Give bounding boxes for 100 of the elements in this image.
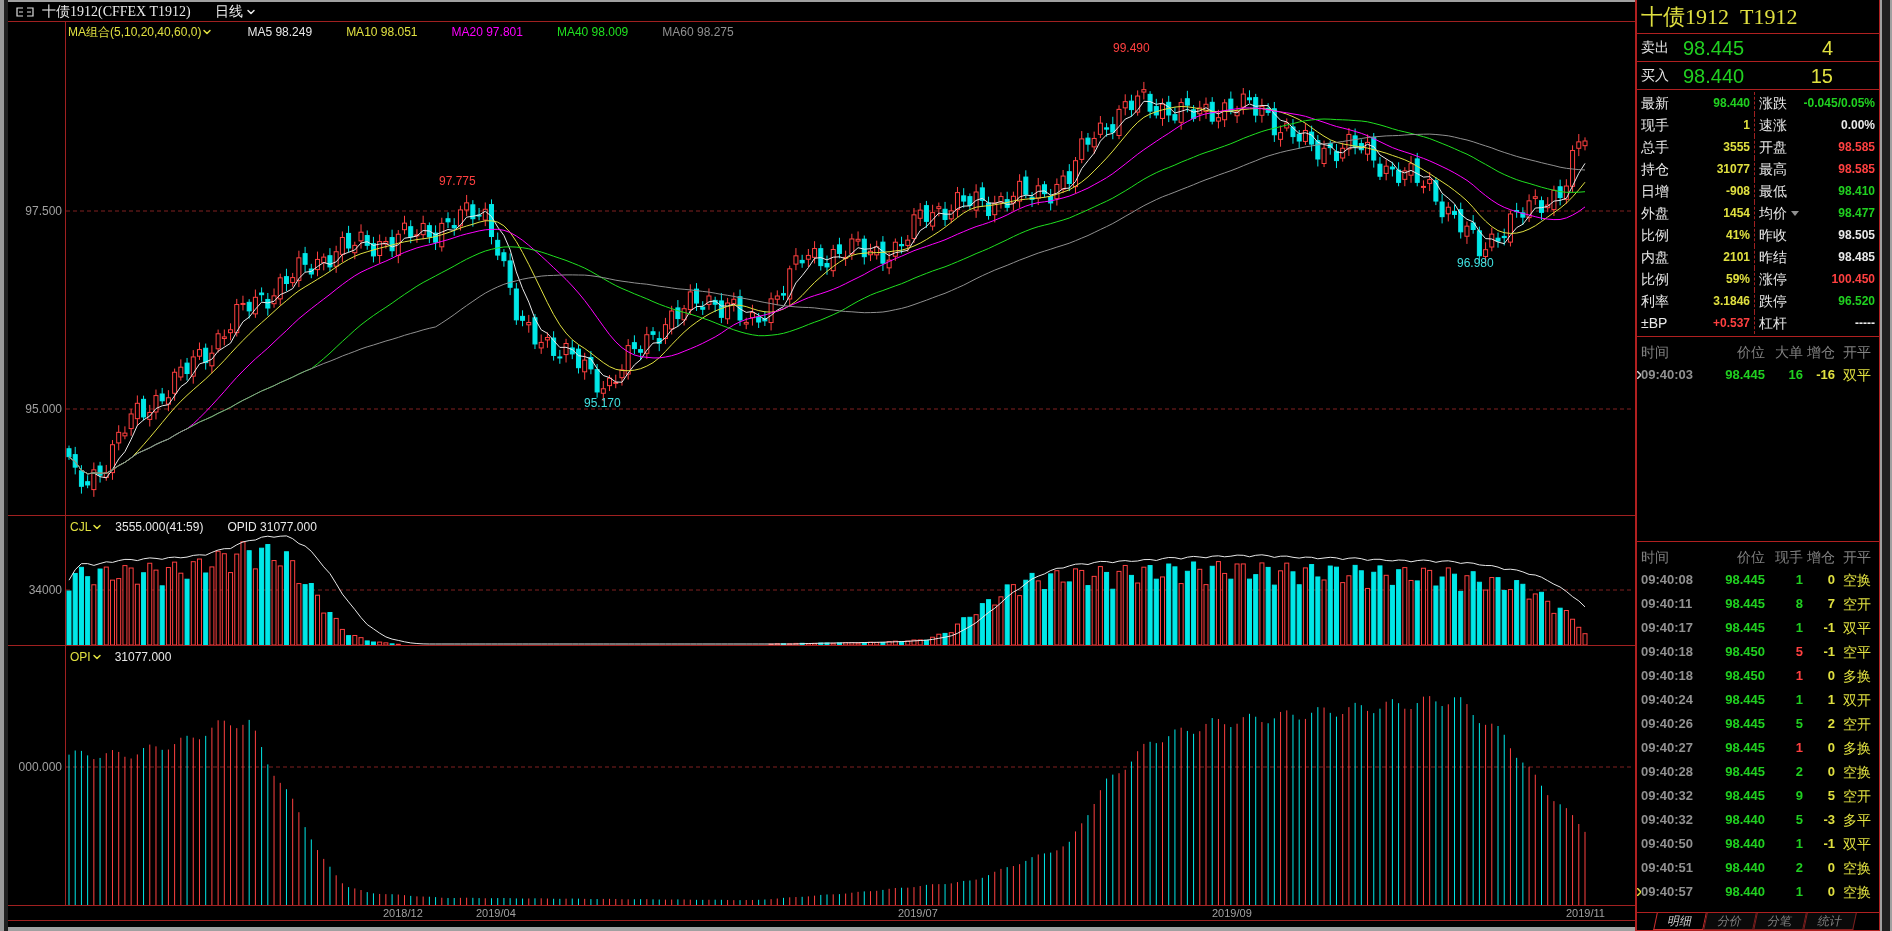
indicator-dropdown[interactable]: OPI [70,648,103,666]
quote-price: 98.445 [1683,35,1746,61]
stat-label: 外盘 [1641,203,1669,223]
indicator-value: OPID 31077.000 [227,519,317,536]
trade-price: 98.440 [1724,811,1765,830]
tab[interactable]: 明细 [1653,913,1707,930]
stat-label: 昨收 [1759,225,1787,245]
trade-price: 98.440 [1724,859,1765,878]
legend-item: MA5 98.249 [247,24,313,41]
trade-change: -3 [1822,811,1835,830]
indicator-dropdown[interactable]: CJL [70,518,104,536]
trade-type: 双开 [1842,690,1872,710]
period-dropdown[interactable]: 日线 [214,1,257,22]
quote-label: 卖出 [1641,38,1670,57]
trade-price: 98.440 [1724,883,1765,902]
axis-label: 000.000 [18,761,62,773]
trade-time: 09:40:51 [1641,859,1694,878]
trade-volume: 1 [1794,571,1803,590]
column-header: 增仓 [1806,342,1835,362]
stat-value: 1454 [1723,205,1750,222]
quote-price: 98.440 [1683,63,1746,89]
tab[interactable]: 分笔 [1753,913,1807,930]
date-label: 2018/12 [383,906,423,920]
trade-type: 空换 [1842,762,1872,782]
column-header: 大单 [1774,342,1803,362]
trade-volume: 1 [1794,619,1803,638]
date-label: 2019/11 [1566,906,1605,920]
trade-time: 09:40:26 [1641,715,1694,734]
trade-price: 98.440 [1724,835,1765,854]
trade-volume: 5 [1794,811,1803,830]
trade-type: 多换 [1842,666,1872,686]
axis-label: 34000 [28,584,62,596]
legend-item: MA40 98.009 [556,24,629,41]
trade-change: 0 [1826,667,1835,686]
trade-time: 09:40:03 [1641,366,1694,385]
trade-change: 1 [1826,691,1835,710]
indicator-dropdown[interactable]: MA组合(5,10,20,40,60,0) [68,23,214,41]
trade-price: 98.445 [1724,787,1765,806]
trade-volume: 16 [1787,366,1803,385]
column-header: 现手 [1774,547,1803,567]
legend-item: MA60 98.275 [662,24,734,41]
trade-change: -1 [1822,835,1835,854]
trade-type: 多换 [1842,738,1872,758]
trade-change: -1 [1822,619,1835,638]
stat-value: 100.450 [1831,271,1875,288]
axis-label: 95.000 [25,403,62,415]
stat-value: 98.585 [1838,161,1875,178]
date-label: 2019/04 [476,906,516,920]
trade-type: 空开 [1842,714,1872,734]
trade-type: 空换 [1842,858,1872,878]
stat-label: 最高 [1759,159,1787,179]
trade-price: 98.445 [1724,715,1765,734]
stat-label: 内盘 [1641,247,1669,267]
stat-label: 持仓 [1641,159,1669,179]
trade-type: 双平 [1842,618,1872,638]
trade-time: 09:40:08 [1641,571,1694,590]
quote-title: 十债1912 T1912 [1641,3,1798,31]
trade-volume: 1 [1794,667,1803,686]
legend-item: MA20 97.801 [451,24,523,41]
dropdown-triangle-icon[interactable] [1791,210,1799,216]
trade-type: 空换 [1842,882,1872,902]
stat-value: 3.1846 [1713,293,1750,310]
date-label: 2019/07 [898,906,938,920]
stat-value: 0.00% [1840,117,1875,134]
price-annotation: 95.170 [584,397,621,409]
trade-time: 09:40:17 [1641,619,1694,638]
stat-label: 跌停 [1759,291,1787,311]
legend-item: MA10 98.051 [346,24,418,41]
trade-time: 09:40:57 [1641,883,1694,902]
trade-type: 空平 [1842,642,1872,662]
trade-time: 09:40:18 [1641,643,1694,662]
trade-type: 空开 [1842,594,1872,614]
stat-label: ±BP [1641,313,1668,333]
price-annotation: 99.490 [1113,42,1150,54]
trade-change: -1 [1822,643,1835,662]
stat-value: 2101 [1723,249,1750,266]
stat-value: -0.045/0.05% [1803,95,1875,112]
stat-value: 41% [1725,227,1750,244]
stat-label: 均价 [1759,203,1787,223]
trade-volume: 9 [1794,787,1803,806]
stat-value: 98.485 [1838,249,1875,266]
trade-change: 7 [1826,595,1835,614]
stat-label: 总手 [1641,137,1669,157]
trade-price: 98.445 [1724,691,1765,710]
stat-value: 59% [1725,271,1750,288]
stat-label: 比例 [1641,225,1669,245]
trade-price: 98.445 [1724,763,1765,782]
column-header: 开平 [1842,342,1872,362]
trade-time: 09:40:28 [1641,763,1694,782]
stat-value: 98.477 [1838,205,1875,222]
expand-arrows-icon[interactable] [16,6,34,17]
trade-change: 0 [1826,571,1835,590]
trade-volume: 5 [1794,715,1803,734]
stat-value: 96.520 [1838,293,1875,310]
trade-time: 09:40:11 [1641,595,1693,614]
stat-value: 98.585 [1838,139,1875,156]
tab[interactable]: 统计 [1803,913,1857,930]
trade-change: 2 [1826,715,1835,734]
trade-time: 09:40:27 [1641,739,1694,758]
tab[interactable]: 分价 [1703,913,1757,930]
